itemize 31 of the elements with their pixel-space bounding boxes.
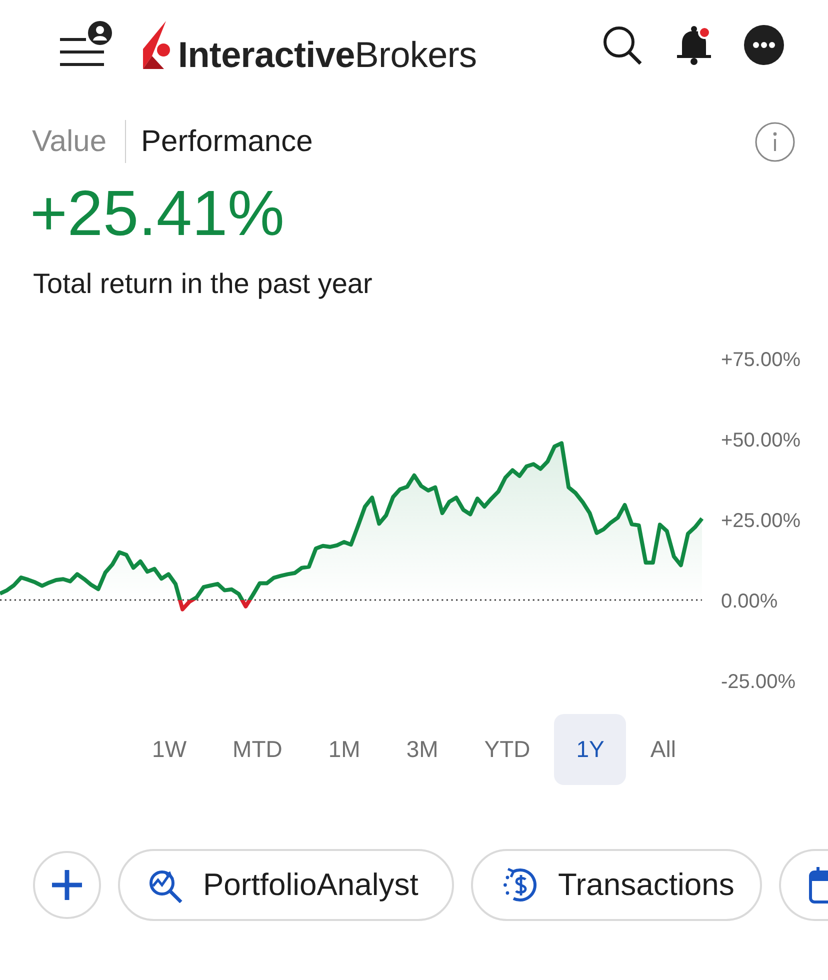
more-icon[interactable]: [744, 25, 784, 65]
range-tab[interactable]: 3M: [384, 714, 460, 785]
range-tab[interactable]: 1M: [306, 714, 382, 785]
transactions-button[interactable]: Transactions: [471, 849, 762, 921]
logo-icon: [143, 21, 171, 69]
menu-icon[interactable]: [60, 38, 104, 66]
view-tab[interactable]: Performance: [141, 124, 313, 160]
calendar-button[interactable]: [779, 849, 828, 921]
y-tick-label: +75.00%: [721, 349, 801, 371]
range-tab[interactable]: MTD: [210, 714, 304, 785]
return-caption: Total return in the past year: [33, 267, 372, 301]
y-tick-label: +25.00%: [721, 510, 801, 532]
plus-icon: [52, 870, 82, 900]
y-tick-label: -25.00%: [721, 671, 796, 693]
calendar-icon: [809, 866, 828, 904]
profile-badge-icon[interactable]: [88, 21, 112, 45]
range-tab[interactable]: 1W: [130, 714, 209, 785]
y-tick-label: 0.00%: [721, 590, 778, 612]
magnifier-chart-icon: [148, 868, 183, 902]
range-tab[interactable]: 1Y: [554, 714, 626, 785]
return-value: +25.41%: [30, 181, 284, 245]
search-icon[interactable]: [602, 25, 642, 65]
brand-name: InteractiveBrokers: [178, 37, 477, 73]
dollar-cycle-icon: [501, 866, 539, 904]
info-icon[interactable]: [755, 122, 795, 162]
range-tab[interactable]: YTD: [462, 714, 552, 785]
range-tab[interactable]: All: [628, 714, 698, 785]
y-tick-label: +50.00%: [721, 430, 801, 452]
analyst-button[interactable]: PortfolioAnalyst: [118, 849, 454, 921]
bell-icon[interactable]: [676, 25, 712, 65]
view-tab[interactable]: Value: [32, 124, 107, 160]
